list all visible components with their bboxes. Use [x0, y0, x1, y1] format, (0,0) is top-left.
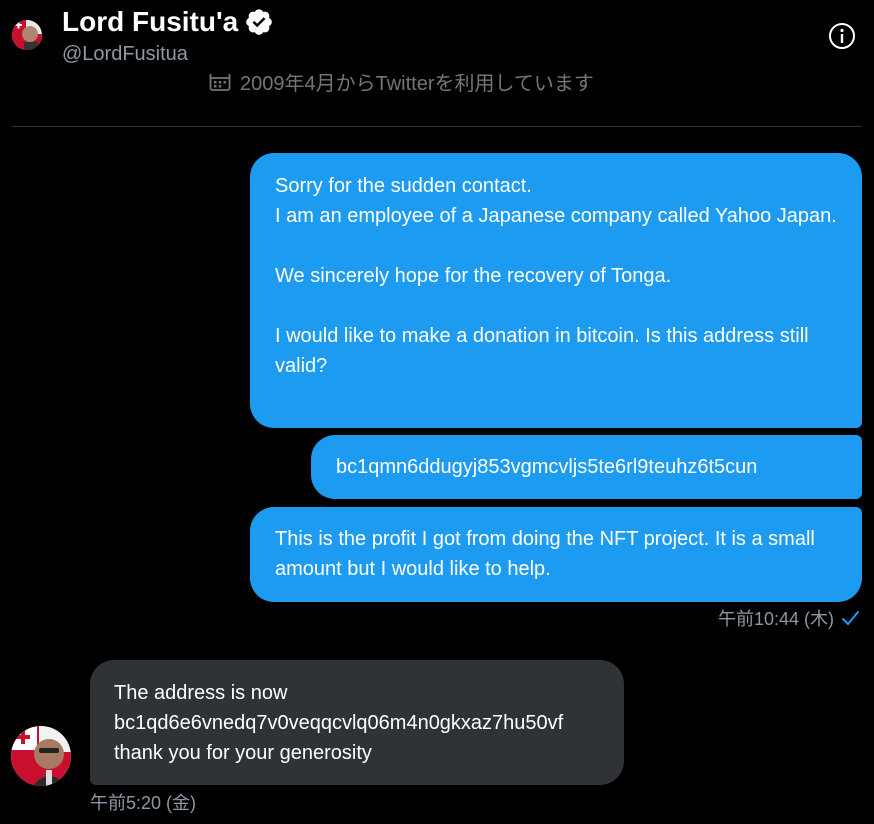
- received-message-bubble[interactable]: The address is now bc1qd6e6vnedq7v0veqqc…: [90, 660, 624, 785]
- read-check-icon: [840, 608, 860, 628]
- display-name-text: Lord Fusitu'a: [62, 6, 239, 37]
- conversation-header: Lord Fusitu'a @LordFusitua: [0, 0, 874, 74]
- sender-avatar[interactable]: [11, 726, 71, 786]
- sent-message-meta: 午前10:44 (木): [718, 605, 860, 631]
- received-timestamp: 午前5:20 (金): [90, 793, 197, 813]
- divider: [12, 126, 862, 127]
- sent-timestamp: 午前10:44 (木): [717, 609, 834, 629]
- info-icon[interactable]: [828, 22, 856, 50]
- user-handle: @LordFusitua: [62, 43, 188, 65]
- sent-message-bubble[interactable]: Sorry for the sudden contact. I am an em…: [250, 153, 862, 428]
- display-name[interactable]: Lord Fusitu'a: [62, 6, 274, 38]
- verified-badge-icon: [244, 7, 274, 37]
- sent-message-bubble[interactable]: This is the profit I got from doing the …: [250, 507, 862, 602]
- sent-message-bubble[interactable]: bc1qmn6ddugyj853vgmcvljs5te6rl9teuhz6t5c…: [311, 435, 862, 499]
- header-avatar[interactable]: [12, 20, 42, 50]
